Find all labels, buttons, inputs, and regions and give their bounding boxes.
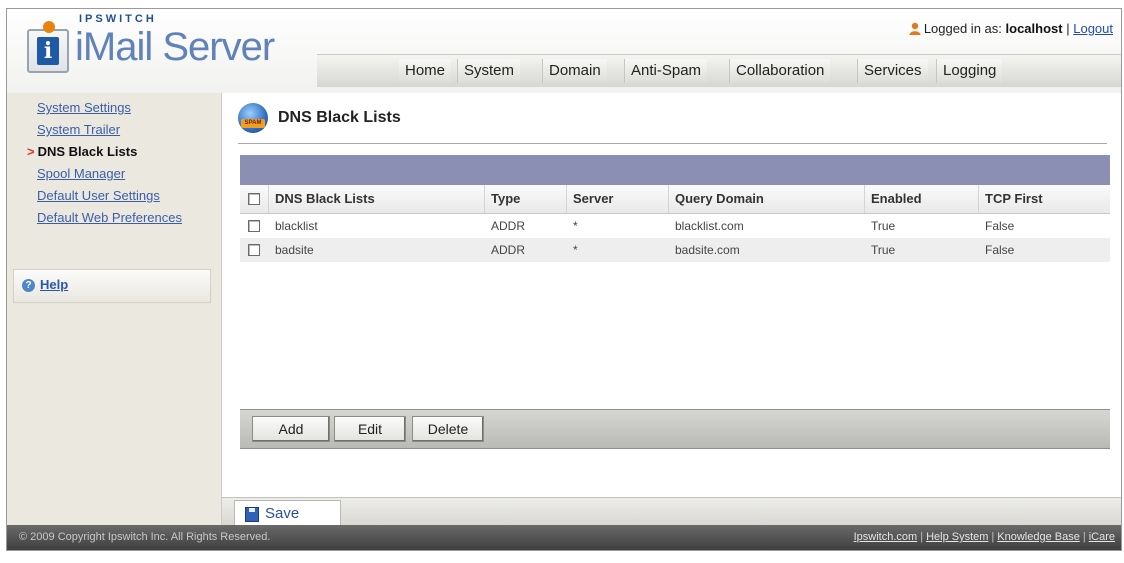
delete-button[interactable]: Delete	[412, 416, 484, 442]
checkbox-box[interactable]	[248, 244, 260, 256]
brand-name: IPSWITCH	[79, 13, 157, 25]
product-name: iMail Server	[75, 25, 275, 69]
nav-collaboration[interactable]: Collaboration	[729, 59, 831, 83]
col-header-tcp-first[interactable]: TCP First	[978, 185, 1111, 213]
save-bar: Save	[222, 497, 1121, 527]
nav-home[interactable]: Home	[399, 59, 452, 83]
footer-separator: |	[920, 531, 924, 543]
table-header-row: DNS Black Lists Type Server Query Domain…	[240, 185, 1110, 214]
select-all-checkbox[interactable]	[240, 185, 268, 213]
row-checkbox[interactable]	[240, 238, 268, 262]
nav-logging[interactable]: Logging	[936, 59, 1003, 83]
footer-link-help-system[interactable]: Help System	[926, 531, 988, 543]
logged-in-user: localhost	[1005, 21, 1063, 36]
footer: © 2009 Copyright Ipswitch Inc. All Right…	[7, 525, 1121, 550]
edit-button[interactable]: Edit	[334, 416, 406, 442]
footer-link-icare[interactable]: iCare	[1089, 531, 1115, 543]
table-row[interactable]: blacklist ADDR * blacklist.com True Fals…	[240, 214, 1110, 238]
logo-i-glyph: i	[37, 37, 59, 65]
help-icon: ?	[22, 279, 35, 292]
logo-dot	[43, 21, 55, 33]
nav-services[interactable]: Services	[857, 59, 928, 83]
cell-query-domain: badsite.com	[675, 243, 740, 257]
sidebar-item-label: DNS Black Lists	[37, 144, 138, 159]
page-title: DNS Black Lists	[278, 109, 401, 126]
checkbox-box[interactable]	[248, 220, 260, 232]
col-header-query-domain[interactable]: Query Domain	[668, 185, 865, 213]
cell-tcp-first: False	[985, 219, 1015, 233]
footer-separator: |	[991, 531, 995, 543]
footer-separator: |	[1082, 531, 1086, 543]
cell-tcp-first: False	[985, 243, 1015, 257]
cell-type: ADDR	[491, 219, 526, 233]
add-button[interactable]: Add	[252, 416, 330, 442]
cell-name: badsite	[275, 243, 314, 257]
login-status: Logged in as: localhost | Logout	[909, 21, 1113, 36]
userbar-separator: |	[1066, 21, 1070, 36]
table-title-band	[240, 155, 1110, 185]
cell-name: blacklist	[275, 219, 318, 233]
spam-globe-icon: SPAM	[238, 103, 268, 133]
user-icon	[909, 22, 921, 35]
col-header-server[interactable]: Server	[566, 185, 669, 213]
cell-server: *	[573, 243, 578, 257]
cell-query-domain: blacklist.com	[675, 219, 744, 233]
help-box: ? Help	[13, 269, 211, 303]
sidebar-item-dns-black-lists[interactable]: > DNS Black Lists	[27, 144, 137, 159]
nav-domain[interactable]: Domain	[542, 59, 607, 83]
logout-link[interactable]: Logout	[1073, 21, 1113, 36]
sidebar-item-default-web-preferences[interactable]: Default Web Preferences	[37, 210, 182, 225]
cell-enabled: True	[871, 219, 896, 233]
col-header-enabled[interactable]: Enabled	[864, 185, 979, 213]
floppy-disk-icon	[245, 507, 259, 522]
nav-anti-spam[interactable]: Anti-Spam	[624, 59, 708, 83]
header: i IPSWITCH iMail Server Logged in as: lo…	[7, 9, 1121, 93]
active-arrow-icon: >	[27, 144, 35, 159]
ipswitch-imail-logo: i IPSWITCH iMail Server	[19, 13, 319, 75]
spam-badge: SPAM	[241, 119, 265, 128]
table-row[interactable]: badsite ADDR * badsite.com True False	[240, 238, 1110, 262]
save-button[interactable]: Save	[234, 500, 341, 527]
cell-type: ADDR	[491, 243, 526, 257]
app-window: i IPSWITCH iMail Server Logged in as: lo…	[6, 8, 1122, 551]
sidebar-item-system-settings[interactable]: System Settings	[37, 100, 131, 115]
dns-blacklist-table: DNS Black Lists Type Server Query Domain…	[240, 155, 1110, 262]
footer-links: Ipswitch.com | Help System | Knowledge Base |…	[854, 531, 1115, 543]
footer-link-ipswitch[interactable]: Ipswitch.com	[854, 531, 918, 543]
col-header-type[interactable]: Type	[484, 185, 567, 213]
table-toolbar: Add Edit Delete	[240, 409, 1110, 449]
main-content: SPAM DNS Black Lists DNS Black Lists Typ…	[222, 93, 1121, 527]
row-checkbox[interactable]	[240, 214, 268, 238]
logged-in-label: Logged in as:	[923, 21, 1002, 36]
cell-enabled: True	[871, 243, 896, 257]
nav-system[interactable]: System	[457, 59, 521, 83]
top-nav: Home System Domain Anti-Spam Collaborati…	[317, 54, 1121, 87]
help-link[interactable]: Help	[40, 277, 68, 292]
col-header-name[interactable]: DNS Black Lists	[268, 185, 485, 213]
sidebar-item-system-trailer[interactable]: System Trailer	[37, 122, 120, 137]
imail-logo-icon: i	[27, 21, 69, 73]
sidebar-item-spool-manager[interactable]: Spool Manager	[37, 166, 125, 181]
save-label: Save	[265, 505, 300, 522]
checkbox-box[interactable]	[248, 193, 260, 205]
copyright-text: © 2009 Copyright Ipswitch Inc. All Right…	[19, 531, 271, 543]
cell-server: *	[573, 219, 578, 233]
header-divider	[238, 143, 1107, 144]
sidebar-item-default-user-settings[interactable]: Default User Settings	[37, 188, 160, 203]
footer-link-knowledge-base[interactable]: Knowledge Base	[997, 531, 1080, 543]
sidebar: System Settings System Trailer > DNS Blac…	[7, 93, 222, 525]
